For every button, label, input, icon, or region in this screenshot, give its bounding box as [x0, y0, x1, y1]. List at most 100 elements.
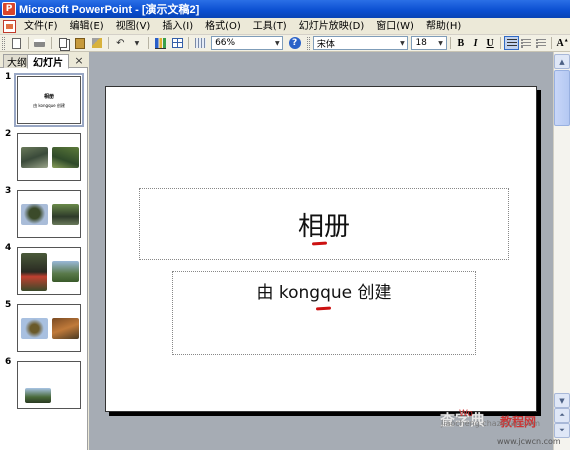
- paste-button[interactable]: [73, 36, 88, 50]
- menu-view[interactable]: 视图(V): [110, 19, 157, 34]
- menu-format[interactable]: 格式(O): [199, 19, 247, 34]
- title-placeholder[interactable]: 相册: [139, 188, 509, 260]
- menu-bar: 文件(F) 编辑(E) 视图(V) 插入(I) 格式(O) 工具(T) 幻灯片放…: [0, 18, 570, 35]
- toolbar-separator: [449, 37, 451, 49]
- slide-title[interactable]: 相册: [298, 206, 350, 243]
- slide-number: 4: [5, 243, 12, 253]
- zoom-select[interactable]: 66% ▼: [211, 36, 284, 50]
- slide-thumbnail-row[interactable]: 6: [0, 357, 88, 413]
- scrollbar-thumb[interactable]: [554, 70, 570, 126]
- powerpoint-app-icon[interactable]: P: [2, 2, 16, 16]
- photo-thumbnail: [52, 147, 79, 168]
- standard-formatting-toolbar: ↶ ▼ 66% ▼ ? 宋体 ▼ 18 ▼ B I U A▲: [0, 35, 570, 52]
- photo-thumbnail: [52, 204, 79, 225]
- document-icon[interactable]: [3, 19, 16, 33]
- photo-thumbnail: [52, 261, 79, 282]
- new-button[interactable]: [9, 36, 24, 50]
- thumbnail-title: 相册: [43, 94, 54, 100]
- align-left-icon: [506, 38, 517, 48]
- chevron-up-icon: ▲: [559, 57, 565, 66]
- format-painter-button[interactable]: [89, 36, 104, 50]
- slide-thumbnail-row[interactable]: 2: [0, 129, 88, 185]
- next-slide-button[interactable]: ⏷: [554, 423, 570, 438]
- scroll-down-button[interactable]: ▼: [554, 393, 570, 408]
- slide-thumbnail[interactable]: [17, 247, 81, 295]
- current-slide[interactable]: 相册 由 kongque 创建: [105, 86, 537, 412]
- chevron-down-icon: ▼: [438, 39, 443, 47]
- slide-number: 5: [5, 300, 12, 310]
- insert-chart-button[interactable]: [153, 36, 168, 50]
- increase-font-button[interactable]: A▲: [555, 36, 570, 50]
- chevron-down-icon: ▼: [274, 39, 280, 47]
- window-title: Microsoft PowerPoint - [演示文稿2]: [19, 4, 200, 16]
- window-title-bar: P Microsoft PowerPoint - [演示文稿2]: [0, 0, 570, 18]
- bold-button[interactable]: B: [454, 36, 469, 50]
- slide-thumbnail-row[interactable]: 1 相册 由 kongque 创建: [0, 72, 88, 128]
- italic-button[interactable]: I: [468, 36, 483, 50]
- double-chevron-down-icon: ⏷: [559, 426, 565, 434]
- watermark-url: jiaocheng.chazidian.com: [441, 419, 541, 428]
- numbered-list-icon: [521, 38, 532, 48]
- photo-thumbnail: [21, 204, 48, 225]
- toolbar-separator: [51, 37, 53, 49]
- slide-subtitle[interactable]: 由 kongque 创建: [256, 278, 391, 354]
- slide-thumbnail[interactable]: [17, 304, 81, 352]
- table-icon: [171, 38, 183, 48]
- underline-button[interactable]: U: [483, 36, 498, 50]
- align-left-button[interactable]: [504, 36, 520, 50]
- toolbar-grip[interactable]: [306, 36, 310, 50]
- toolbar-grip[interactable]: [2, 36, 5, 50]
- watermark-logo: Wo: [459, 409, 473, 419]
- font-size-select[interactable]: 18 ▼: [411, 36, 447, 50]
- menu-insert[interactable]: 插入(I): [156, 19, 199, 34]
- bullet-list-icon: [536, 38, 547, 48]
- menu-slideshow[interactable]: 幻灯片放映(D): [293, 19, 371, 34]
- slide-thumbnail[interactable]: [17, 190, 81, 238]
- toolbar-separator: [500, 37, 502, 49]
- scroll-up-button[interactable]: ▲: [554, 54, 570, 69]
- photo-thumbnail: [25, 388, 51, 403]
- slide-thumbnail-row[interactable]: 4: [0, 243, 88, 299]
- numbering-button[interactable]: [519, 36, 534, 50]
- toolbar-separator: [551, 37, 553, 49]
- paste-icon: [75, 37, 86, 49]
- previous-slide-button[interactable]: ⏶: [554, 408, 570, 423]
- slide-number: 3: [5, 186, 12, 196]
- help-icon: ?: [288, 37, 301, 49]
- slide-thumbnail-row[interactable]: 5: [0, 300, 88, 356]
- photo-thumbnail: [21, 318, 48, 339]
- menu-edit[interactable]: 编辑(E): [64, 19, 110, 34]
- photo-thumbnail: [21, 253, 47, 291]
- slide-thumbnail[interactable]: [17, 361, 81, 409]
- grid-icon: [195, 38, 207, 48]
- menu-file[interactable]: 文件(F): [20, 19, 64, 34]
- grid-button[interactable]: [193, 36, 208, 50]
- menu-help[interactable]: 帮助(H): [420, 19, 467, 34]
- slide-number: 2: [5, 129, 12, 139]
- toolbar-separator: [108, 37, 109, 49]
- toolbar-separator: [188, 37, 190, 49]
- copy-button[interactable]: [56, 36, 71, 50]
- undo-dropdown-button[interactable]: ▼: [130, 36, 145, 50]
- tab-slides[interactable]: 幻灯片: [27, 54, 69, 69]
- slide-thumbnail[interactable]: [17, 133, 81, 181]
- slide-thumbnail-row[interactable]: 3: [0, 186, 88, 242]
- font-select[interactable]: 宋体 ▼: [312, 36, 409, 50]
- slide-thumbnail[interactable]: 相册 由 kongque 创建: [14, 73, 84, 127]
- undo-button[interactable]: ↶: [113, 36, 128, 50]
- insert-table-button[interactable]: [170, 36, 185, 50]
- slide-thumbnail-list: 1 相册 由 kongque 创建 2 3 4 5 6: [0, 68, 88, 450]
- format-painter-icon: [91, 38, 102, 48]
- menu-window[interactable]: 窗口(W): [370, 19, 420, 34]
- copy-icon: [59, 38, 68, 48]
- bullets-button[interactable]: [534, 36, 549, 50]
- subtitle-placeholder[interactable]: 由 kongque 创建: [172, 271, 476, 355]
- menu-tools[interactable]: 工具(T): [247, 19, 293, 34]
- help-button[interactable]: ?: [287, 36, 302, 50]
- photo-thumbnail: [52, 318, 79, 339]
- toolbar-separator: [27, 37, 29, 49]
- close-icon[interactable]: ×: [73, 54, 85, 67]
- pane-tabs: 大纲 幻灯片 ×: [0, 52, 88, 69]
- print-button[interactable]: [33, 36, 48, 50]
- vertical-scrollbar[interactable]: ▲ ▼ ⏶ ⏷: [553, 52, 570, 450]
